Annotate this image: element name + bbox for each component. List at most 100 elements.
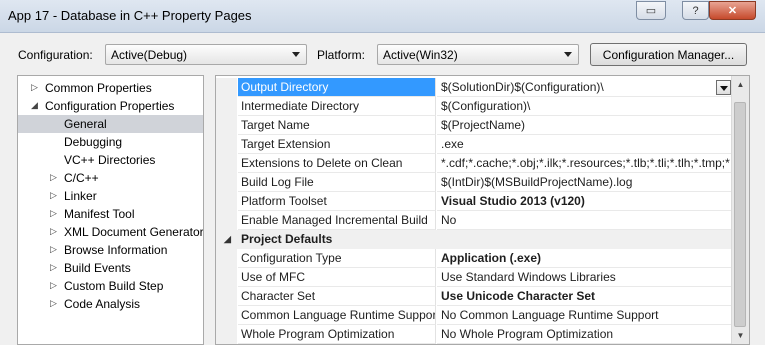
tree-item-common-properties[interactable]: ▷ Common Properties [18, 79, 203, 97]
expand-arrow-icon[interactable]: ▷ [50, 226, 57, 237]
property-name: Whole Program Optimization [238, 325, 436, 344]
platform-select[interactable]: Active(Win32) [377, 44, 579, 65]
property-row-target-name[interactable]: Target Name $(ProjectName) [216, 116, 732, 135]
property-row-configuration-type[interactable]: Configuration Type Application (.exe) [216, 249, 732, 268]
tree-item-code-analysis[interactable]: ▷ Code Analysis [18, 295, 203, 313]
expand-arrow-icon[interactable]: ▷ [50, 244, 57, 255]
expand-arrow-icon[interactable]: ▷ [50, 262, 57, 273]
property-value[interactable]: $(IntDir)$(MSBuildProjectName).log [437, 173, 732, 192]
tree-item-label: Manifest Tool [64, 207, 135, 221]
tree-item-browse-information[interactable]: ▷ Browse Information [18, 241, 203, 259]
scrollbar-thumb[interactable] [734, 102, 746, 327]
property-row-managed-incremental-build[interactable]: Enable Managed Incremental Build No [216, 211, 732, 230]
tree-item-label: General [64, 117, 107, 131]
property-row-character-set[interactable]: Character Set Use Unicode Character Set [216, 287, 732, 306]
property-value[interactable]: No Whole Program Optimization [437, 325, 732, 344]
configuration-select[interactable]: Active(Debug) [105, 44, 307, 65]
property-value-input[interactable]: $(SolutionDir)$(Configuration)\ [437, 78, 732, 97]
close-button[interactable]: ✕ [709, 1, 756, 20]
property-row-whole-program-optimization[interactable]: Whole Program Optimization No Whole Prog… [216, 325, 732, 344]
property-row-extensions-to-delete[interactable]: Extensions to Delete on Clean *.cdf;*.ca… [216, 154, 732, 173]
property-grid: Output Directory $(SolutionDir)$(Configu… [215, 75, 750, 345]
expand-arrow-icon[interactable]: ▷ [50, 208, 57, 219]
property-row-use-of-mfc[interactable]: Use of MFC Use Standard Windows Librarie… [216, 268, 732, 287]
tree-item-general[interactable]: General [18, 115, 203, 133]
row-gutter [216, 268, 237, 287]
row-gutter [216, 192, 237, 211]
row-gutter [216, 211, 237, 230]
configuration-label: Configuration: [18, 48, 93, 62]
row-gutter [216, 249, 237, 268]
close-icon: ✕ [727, 5, 738, 17]
property-value[interactable]: Use Standard Windows Libraries [437, 268, 732, 287]
restore-window-button[interactable]: ▭ [636, 1, 666, 20]
title-bar[interactable]: App 17 - Database in C++ Property Pages … [0, 0, 765, 33]
chevron-down-icon [292, 52, 300, 57]
property-name: Extensions to Delete on Clean [238, 154, 436, 173]
property-row-output-directory[interactable]: Output Directory $(SolutionDir)$(Configu… [216, 78, 732, 97]
tree-item-debugging[interactable]: Debugging [18, 133, 203, 151]
property-value[interactable]: $(ProjectName) [437, 116, 732, 135]
expand-arrow-icon[interactable]: ▷ [50, 280, 57, 291]
property-row-platform-toolset[interactable]: Platform Toolset Visual Studio 2013 (v12… [216, 192, 732, 211]
platform-label: Platform: [317, 48, 366, 62]
tree-item-label: Code Analysis [64, 297, 141, 311]
tree-item-linker[interactable]: ▷ Linker [18, 187, 203, 205]
scroll-up-icon[interactable]: ▲ [732, 76, 749, 93]
tree-item-label: Linker [64, 189, 97, 203]
row-gutter [216, 154, 237, 173]
category-project-defaults[interactable]: ◢ Project Defaults [216, 230, 732, 249]
row-gutter [216, 97, 237, 116]
tree-item-label: Common Properties [45, 81, 152, 95]
row-gutter [216, 325, 237, 344]
collapse-arrow-icon[interactable]: ◢ [224, 234, 231, 245]
property-name: Use of MFC [238, 268, 436, 287]
property-row-build-log-file[interactable]: Build Log File $(IntDir)$(MSBuildProject… [216, 173, 732, 192]
property-value[interactable]: .exe [437, 135, 732, 154]
tree-item-label: VC++ Directories [64, 153, 156, 167]
property-row-target-extension[interactable]: Target Extension .exe [216, 135, 732, 154]
configuration-manager-button[interactable]: Configuration Manager... [590, 43, 747, 66]
property-name: Character Set [238, 287, 436, 306]
tree-item-c-cpp[interactable]: ▷ C/C++ [18, 169, 203, 187]
expand-arrow-icon[interactable]: ▷ [31, 82, 38, 93]
restore-icon: ▭ [645, 5, 657, 17]
expand-arrow-icon[interactable]: ▷ [50, 172, 57, 183]
property-name: Platform Toolset [238, 192, 436, 211]
row-gutter [216, 306, 237, 325]
window-title: App 17 - Database in C++ Property Pages [8, 8, 252, 23]
property-value[interactable]: Application (.exe) [437, 249, 732, 268]
property-row-clr-support[interactable]: Common Language Runtime Support No Commo… [216, 306, 732, 325]
expand-arrow-icon[interactable]: ▷ [50, 190, 57, 201]
property-row-intermediate-directory[interactable]: Intermediate Directory $(Configuration)\ [216, 97, 732, 116]
collapse-arrow-icon[interactable]: ◢ [31, 100, 38, 111]
tree-item-xml-document-generator[interactable]: ▷ XML Document Generator [18, 223, 203, 241]
tree-item-configuration-properties[interactable]: ◢ Configuration Properties [18, 97, 203, 115]
tree-item-label: Debugging [64, 135, 123, 149]
property-name: Target Name [238, 116, 436, 135]
tree-item-vc-directories[interactable]: VC++ Directories [18, 151, 203, 169]
property-value[interactable]: No [437, 211, 732, 230]
property-value[interactable]: Use Unicode Character Set [437, 287, 732, 306]
tree-item-manifest-tool[interactable]: ▷ Manifest Tool [18, 205, 203, 223]
property-pages-window: App 17 - Database in C++ Property Pages … [0, 0, 765, 345]
chevron-down-icon [720, 86, 728, 91]
help-button[interactable]: ? [682, 1, 709, 20]
property-value[interactable]: *.cdf;*.cache;*.obj;*.ilk;*.resources;*.… [437, 154, 732, 173]
property-name: Enable Managed Incremental Build [238, 211, 436, 230]
vertical-scrollbar[interactable]: ▲ ▼ [731, 76, 749, 344]
property-name: Build Log File [238, 173, 436, 192]
tree-item-build-events[interactable]: ▷ Build Events [18, 259, 203, 277]
tree-item-custom-build-step[interactable]: ▷ Custom Build Step [18, 277, 203, 295]
property-value[interactable]: Visual Studio 2013 (v120) [437, 192, 732, 211]
tree-item-label: XML Document Generator [64, 225, 204, 239]
scroll-down-icon[interactable]: ▼ [732, 327, 749, 344]
expand-arrow-icon[interactable]: ▷ [50, 298, 57, 309]
help-icon: ? [692, 4, 699, 17]
property-value[interactable]: No Common Language Runtime Support [437, 306, 732, 325]
tree-item-label: Build Events [64, 261, 131, 275]
tree-item-label: Configuration Properties [45, 99, 175, 113]
tree-item-label: Browse Information [64, 243, 168, 257]
value-dropdown-button[interactable] [716, 80, 731, 95]
property-value[interactable]: $(Configuration)\ [437, 97, 732, 116]
